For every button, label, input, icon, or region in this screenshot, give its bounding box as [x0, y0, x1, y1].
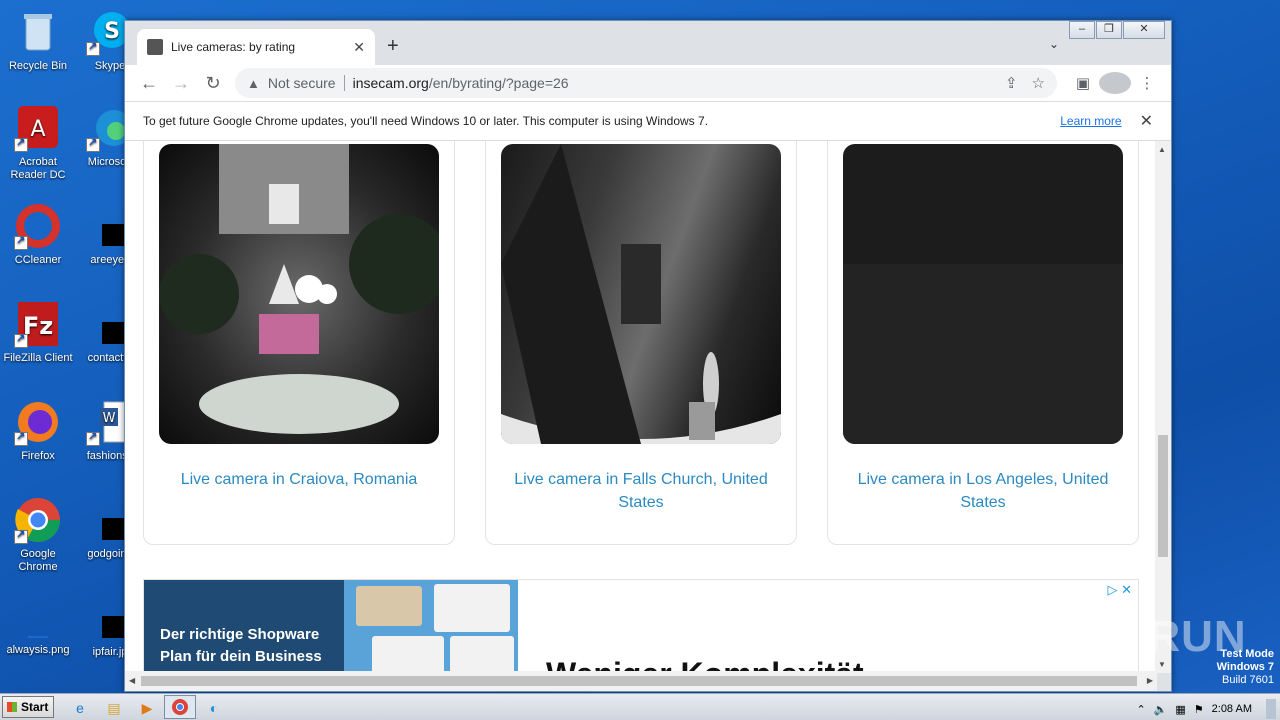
svg-text:A: A	[30, 117, 45, 142]
profile-avatar[interactable]	[1099, 72, 1131, 94]
test-mode-label: Test Mode Windows 7 Build 7601	[1217, 648, 1274, 687]
volume-icon[interactable]: 🔈	[1154, 703, 1168, 716]
bookmark-star-icon[interactable]: ☆	[1032, 74, 1045, 92]
scroll-up-arrow-icon[interactable]: ▲	[1158, 145, 1166, 154]
tray-expand-icon[interactable]: ⌃	[1136, 703, 1145, 716]
share-icon[interactable]: ⇪	[1005, 74, 1018, 92]
ad-product-collage	[344, 580, 518, 673]
scroll-right-arrow-icon[interactable]: ▶	[1147, 676, 1153, 685]
forward-arrow-icon[interactable]: →	[165, 67, 197, 99]
scroll-left-arrow-icon[interactable]: ◀	[129, 676, 135, 685]
ad-choices-icon[interactable]: ▷ ✕	[1107, 582, 1132, 598]
taskbar: Start e ▤ ▶ ◐ ⌃ 🔈 ▦ ⚑ 2:08 AM	[0, 693, 1280, 720]
desktop-icon-chrome[interactable]: Google Chrome	[0, 496, 76, 574]
chrome-icon	[14, 496, 62, 544]
camera-caption-link[interactable]: Live camera in Falls Church, United Stat…	[506, 468, 776, 514]
camera-thumbnail[interactable]	[843, 144, 1123, 444]
recycle-bin-icon	[14, 8, 62, 56]
camera-caption-link[interactable]: Live camera in Craiova, Romania	[164, 468, 434, 491]
camera-thumbnail[interactable]	[501, 144, 781, 444]
vertical-scroll-thumb[interactable]	[1158, 435, 1168, 557]
internet-explorer-icon[interactable]: e	[70, 698, 90, 718]
ad-tile	[372, 636, 444, 673]
address-bar[interactable]: ▲ Not secure insecam.org/en/byrating/?pa…	[235, 68, 1057, 98]
svg-text:W: W	[103, 411, 116, 426]
camera-favicon-icon	[147, 39, 163, 55]
system-tray: ⌃ 🔈 ▦ ⚑ 2:08 AM	[1128, 699, 1276, 719]
action-center-flag-icon[interactable]: ⚑	[1194, 703, 1204, 716]
camera-card[interactable]: Live camera in Craiova, Romania	[143, 141, 455, 545]
file-explorer-icon[interactable]: ▤	[104, 698, 124, 718]
side-panel-icon[interactable]: ▣	[1067, 74, 1099, 92]
edge-taskbar-icon[interactable]: ◐	[204, 698, 224, 718]
reload-icon[interactable]: ↻	[197, 67, 229, 99]
filezilla-icon: Fz	[14, 300, 62, 348]
ad-tile	[450, 636, 514, 673]
vertical-scrollbar[interactable]: ▲ ▼	[1155, 141, 1171, 673]
tab-close-icon[interactable]: ✕	[353, 39, 365, 56]
chrome-taskbar-icon	[172, 699, 188, 715]
desktop-icon-alwaysis[interactable]: alwaysis.png	[0, 616, 76, 657]
not-secure-label: Not secure	[267, 75, 336, 91]
camera-card[interactable]: Live camera in Falls Church, United Stat…	[485, 141, 797, 545]
test-mode-line: Test Mode	[1220, 648, 1274, 660]
show-desktop-icon[interactable]	[1266, 699, 1276, 719]
infobar-message: To get future Google Chrome updates, you…	[143, 114, 709, 128]
camera-card[interactable]: Live camera in Los Angeles, United State…	[827, 141, 1139, 545]
camera-caption-link[interactable]: Live camera in Los Angeles, United State…	[848, 468, 1118, 514]
url-path: /en/byrating/?page=26	[428, 75, 569, 91]
media-player-icon[interactable]: ▶	[137, 698, 157, 718]
url-domain: insecam.org	[352, 75, 429, 91]
ccleaner-icon	[14, 202, 62, 250]
ad-tile	[434, 584, 510, 632]
taskbar-clock[interactable]: 2:08 AM	[1212, 703, 1252, 715]
desktop-icon-filezilla[interactable]: Fz FileZilla Client	[0, 300, 76, 365]
desktop-icon-firefox[interactable]: Firefox	[0, 398, 76, 463]
build-line: Build 7601	[1222, 674, 1274, 686]
horizontal-scroll-thumb[interactable]	[141, 676, 1137, 686]
restore-button[interactable]: ❐	[1096, 21, 1122, 39]
camera-thumbnail[interactable]	[159, 144, 439, 444]
infobar-close-icon[interactable]: ✕	[1140, 111, 1153, 131]
tab-search-chevron-icon[interactable]: ⌄	[1049, 37, 1059, 51]
learn-more-link[interactable]: Learn more	[1060, 114, 1121, 128]
browser-toolbar: ← → ↻ ▲ Not secure insecam.org/en/byrati…	[125, 65, 1171, 101]
windows-version-line: Windows 7	[1216, 661, 1274, 673]
acrobat-icon: A	[14, 104, 62, 152]
tab-strip: Live cameras: by rating ✕ + ⌄ – ❐ ✕	[125, 21, 1171, 65]
desktop-icon-recycle-bin[interactable]: Recycle Bin	[0, 8, 76, 73]
menu-kebab-icon[interactable]: ⋮	[1131, 74, 1163, 92]
desktop-icon-ccleaner[interactable]: CCleaner	[0, 202, 76, 267]
ad-tagline: Der richtige Shopware Plan für dein Busi…	[160, 626, 322, 665]
minimize-button[interactable]: –	[1069, 21, 1095, 39]
ad-left-panel: Der richtige Shopware Plan für dein Busi…	[144, 580, 344, 673]
desktop-icon-acrobat[interactable]: A Acrobat Reader DC	[0, 104, 76, 182]
update-infobar: To get future Google Chrome updates, you…	[125, 101, 1171, 141]
tab-live-cameras[interactable]: Live cameras: by rating ✕	[137, 29, 375, 65]
svg-text:S: S	[104, 19, 120, 44]
address-separator	[343, 75, 345, 91]
start-button[interactable]: Start	[2, 696, 54, 718]
taskbar-chrome-active[interactable]	[164, 695, 196, 719]
warning-triangle-icon[interactable]: ▲	[247, 76, 260, 91]
horizontal-scrollbar[interactable]: ◀ ▶	[125, 671, 1157, 691]
firefox-icon	[14, 398, 62, 446]
network-icon[interactable]: ▦	[1175, 703, 1185, 716]
avatar	[1099, 72, 1131, 94]
ad-tile	[356, 586, 422, 626]
url-text: insecam.org/en/byrating/?page=26	[353, 75, 991, 91]
advertisement-banner[interactable]: Der richtige Shopware Plan für dein Busi…	[143, 579, 1139, 673]
image-file-icon	[14, 616, 62, 640]
page-viewport: Live camera in Craiova, Romania Live cam…	[125, 141, 1157, 673]
browser-window: Live cameras: by rating ✕ + ⌄ – ❐ ✕ ← → …	[124, 20, 1172, 692]
toolbar-right: ▣ ⋮	[1067, 72, 1163, 94]
window-close-button[interactable]: ✕	[1123, 21, 1165, 39]
window-controls: – ❐ ✕	[1068, 21, 1165, 39]
tab-title: Live cameras: by rating	[171, 40, 296, 54]
back-arrow-icon[interactable]: ←	[133, 67, 165, 99]
new-tab-button[interactable]: +	[387, 35, 399, 58]
